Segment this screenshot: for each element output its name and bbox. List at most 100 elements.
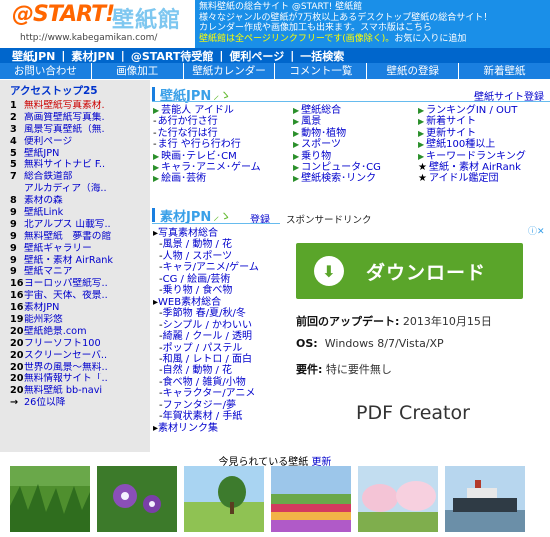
sozai-category-link[interactable]: -和風 / レトロ / 面白 — [153, 354, 281, 365]
sozai-category-link[interactable]: -ポップ / パステル — [153, 343, 281, 354]
thumbnail-flower-field[interactable] — [271, 466, 351, 532]
category-link[interactable]: ▶ スポーツ — [293, 139, 381, 150]
rank-site-link[interactable]: 素材JPN — [24, 302, 59, 313]
ranking-item[interactable]: 16素材JPN — [10, 302, 150, 314]
ranking-item[interactable]: 9 壁紙・素材 AirRank — [10, 255, 150, 267]
nav-new-wallpapers[interactable]: 新着壁紙 — [459, 63, 550, 79]
rank-site-link[interactable]: 風景写真壁紙（無. — [24, 124, 105, 135]
thumbnail-cherry-blossoms[interactable] — [358, 466, 438, 532]
thumbnail-tree-meadow[interactable] — [184, 466, 264, 532]
thumbnail-grass[interactable] — [10, 466, 90, 532]
ranking-item[interactable]: 20無料情報サイト「.. — [10, 373, 150, 385]
sozai-category-link[interactable]: -風景 / 動物 / 花 — [153, 239, 281, 250]
rank-site-link[interactable]: 北アルプス 山載写.. — [24, 219, 111, 230]
sozai-category-link[interactable]: -食べ物 / 雑貨/小物 — [153, 377, 281, 388]
sozai-category-link[interactable]: -人物 / スポーツ — [153, 251, 281, 262]
category-link[interactable]: ▶ 映画･テレビ･CM — [153, 151, 261, 162]
sozai-category-link[interactable]: -キャラクター/アニメ — [153, 388, 281, 399]
rank-site-link[interactable]: 素材の森 — [24, 195, 63, 206]
category-link[interactable]: ★ 壁紙・素材 AirRank — [418, 162, 526, 173]
nav-search[interactable]: 一括検索 — [300, 48, 344, 64]
rank-site-link[interactable]: 壁紙マニア — [24, 266, 72, 277]
category-link[interactable]: ▶ キャラ･アニメ･ゲーム — [153, 162, 261, 173]
rank-site-link[interactable]: 壁紙Link — [24, 207, 63, 218]
nav-sozai-jpn[interactable]: 素材JPN — [71, 48, 114, 64]
rank-site-link[interactable]: 無料壁紙 夢書の館 — [24, 231, 111, 242]
rank-site-link[interactable]: アルカディア（海.. — [24, 183, 107, 194]
ranking-item[interactable]: 20スクリーンセーバ.. — [10, 350, 150, 362]
category-link[interactable]: ▶ 乗り物 — [293, 151, 381, 162]
rank-site-link[interactable]: 無料サイトナビ F.. — [24, 159, 105, 170]
rank-site-link[interactable]: 世界の風景～無料.. — [24, 362, 108, 373]
category-link[interactable]: ▶ キーワードランキング — [418, 151, 526, 162]
ranking-item[interactable]: → 26位以降 — [10, 397, 150, 409]
category-link[interactable]: -あ行か行さ行 — [153, 116, 261, 127]
rank-site-link[interactable]: 壁紙JPN — [24, 148, 59, 159]
sozai-category-link[interactable]: -自然 / 動物 / 花 — [153, 365, 281, 376]
category-link[interactable]: ▶ 芸能人 アイドル — [153, 105, 261, 116]
sozai-category-link[interactable]: -乗り物 / 食べ物 — [153, 285, 281, 296]
nav-start-machiuke[interactable]: @START待受館 — [131, 48, 214, 64]
ranking-item[interactable]: 9 北アルプス 山載写.. — [10, 219, 150, 231]
rank-site-link[interactable]: 壁紙・素材 AirRank — [24, 255, 113, 266]
sozai-category-link[interactable]: -年賀状素材 / 手紙 — [153, 411, 281, 422]
sozai-category-link[interactable]: -季節物 春/夏/秋/冬 — [153, 308, 281, 319]
nav-kabegami-jpn[interactable]: 壁紙JPN — [12, 48, 55, 64]
ranking-item[interactable]: 7 総合鉄道部 — [10, 171, 150, 183]
nav-calendar[interactable]: 壁紙カレンダー — [184, 63, 276, 79]
ranking-item[interactable]: 19能州彩悠 — [10, 314, 150, 326]
rank-site-link[interactable]: 便利ページ — [24, 136, 72, 147]
sozai-category-link[interactable]: -綺麗 / クール / 透明 — [153, 331, 281, 342]
ad-choices-icon[interactable]: ⓘ✕ — [528, 224, 545, 237]
category-link[interactable]: ▶ 絵画･芸術 — [153, 173, 261, 184]
ranking-item[interactable]: 20壁紙絶景.com — [10, 326, 150, 338]
rank-site-link[interactable]: ヨーロッパ壁紙写.. — [24, 278, 108, 289]
nav-image-edit[interactable]: 画像加工 — [92, 63, 184, 79]
nav-register[interactable]: 壁紙の登録 — [367, 63, 460, 79]
rank-site-link[interactable]: 高画質壁紙写真集. — [24, 112, 105, 123]
category-link[interactable]: ▶ 壁紙総合 — [293, 105, 381, 116]
rank-site-link[interactable]: 26位以降 — [24, 397, 65, 408]
ranking-item[interactable]: 2 高画質壁紙写真集. — [10, 112, 150, 124]
category-link[interactable]: ★ アイドル鑑定団 — [418, 173, 526, 184]
nav-benri[interactable]: 便利ページ — [229, 48, 284, 64]
thumbnail-flowers[interactable] — [97, 466, 177, 532]
ranking-item[interactable]: 16宇宙、天体、夜景.. — [10, 290, 150, 302]
rank-site-link[interactable]: 無料壁紙写真素材. — [24, 100, 105, 111]
category-link[interactable]: ▶ コンピュータ･CG — [293, 162, 381, 173]
category-link[interactable]: ▶ ランキングIN / OUT — [418, 105, 526, 116]
category-link[interactable]: -た行な行は行 — [153, 128, 261, 139]
sozai-category-link[interactable]: ▸素材リンク集 — [153, 423, 281, 434]
ranking-item[interactable]: 20無料壁紙 bb-navi — [10, 385, 150, 397]
ranking-item[interactable]: 16ヨーロッパ壁紙写.. — [10, 278, 150, 290]
ranking-item[interactable]: 4 便利ページ — [10, 136, 150, 148]
ad-product-name[interactable]: PDF Creator — [356, 402, 470, 424]
nav-contact[interactable]: お問い合わせ — [0, 63, 92, 79]
rank-site-link[interactable]: 壁紙ギャラリー — [24, 243, 92, 254]
ranking-item[interactable]: 9 壁紙マニア — [10, 266, 150, 278]
rank-site-link[interactable]: 能州彩悠 — [24, 314, 63, 325]
ranking-item[interactable]: 5 壁紙JPN — [10, 148, 150, 160]
category-link[interactable]: ▶ 壁紙検索･リンク — [293, 173, 381, 184]
sozai-category-link[interactable]: ▸写真素材総合 — [153, 228, 281, 239]
ranking-item[interactable]: 20世界の風景～無料.. — [10, 362, 150, 374]
category-link[interactable]: -ま行 や行ら行わ行 — [153, 139, 261, 150]
rank-site-link[interactable]: 無料情報サイト「.. — [24, 373, 108, 384]
ranking-item[interactable]: 1 無料壁紙写真素材. — [10, 100, 150, 112]
category-link[interactable]: ▶ 壁紙100種以上 — [418, 139, 526, 150]
ranking-item[interactable]: 8 素材の森 — [10, 195, 150, 207]
ranking-item[interactable]: 3 風景写真壁紙（無. — [10, 124, 150, 136]
info-line[interactable]: カレンダー作成や画像加工も出来ます。スマホ版はこちら — [199, 23, 546, 34]
category-link[interactable]: ▶ 更新サイト — [418, 128, 526, 139]
rank-site-link[interactable]: 無料壁紙 bb-navi — [24, 385, 102, 396]
sozai-category-link[interactable]: -シンプル / かわいい — [153, 320, 281, 331]
rank-site-link[interactable]: フリーソフト100 — [24, 338, 101, 349]
sozai-category-link[interactable]: -CG / 絵画/芸術 — [153, 274, 281, 285]
ranking-item[interactable]: 9 壁紙Link — [10, 207, 150, 219]
site-logo[interactable]: @START! 壁紙館 http://www.kabegamikan.com/ — [0, 0, 195, 48]
add-favorite-link[interactable]: お気に入りに追加 — [394, 34, 466, 44]
ranking-item[interactable]: 9 無料壁紙 夢書の館 — [10, 231, 150, 243]
sozai-title[interactable]: 素材JPN — [160, 206, 211, 225]
ranking-item[interactable]: 20フリーソフト100 — [10, 338, 150, 350]
ranking-item[interactable]: アルカディア（海.. — [10, 183, 150, 195]
